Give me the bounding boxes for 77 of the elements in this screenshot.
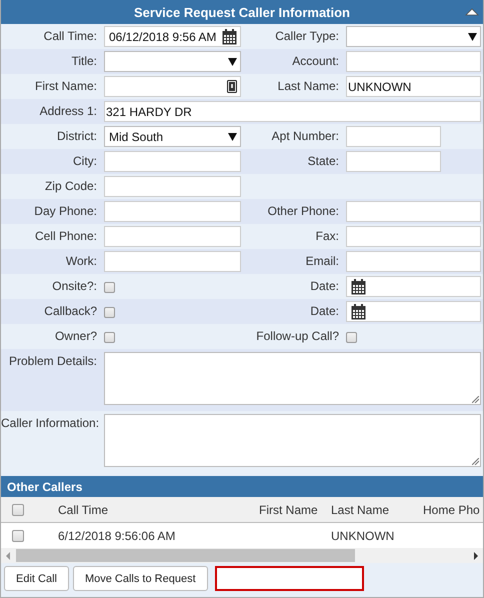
text-field[interactable] [104,251,241,272]
horizontal-scrollbar[interactable] [1,548,483,563]
collapse-icon[interactable] [465,8,479,16]
dropdown[interactable] [346,26,481,47]
action-button[interactable]: Move Calls to Request [72,566,208,591]
text-area[interactable] [104,352,481,405]
text-field[interactable] [346,251,481,272]
text-area[interactable] [104,414,481,467]
field-label: First Name: [34,78,98,93]
text-field[interactable] [346,126,441,147]
checkbox[interactable] [104,306,115,318]
field-label: Follow-up Call? [255,328,340,343]
text-field[interactable]: 321 HARDY DR [104,101,481,122]
field-label: Callback? [43,303,98,318]
date-field[interactable]: 06/12/2018 9:56 AM [104,26,241,47]
text-field[interactable] [104,151,241,172]
field-label: Onsite?: [51,278,98,293]
text-field[interactable] [104,176,241,197]
text-field[interactable] [346,226,481,247]
text-field[interactable] [346,151,441,172]
column-header[interactable]: Last Name [331,502,423,516]
text-field[interactable] [104,76,241,97]
field-label: Owner? [54,328,98,343]
resize-grip-icon[interactable] [472,396,479,403]
field-label: Apt Number: [270,128,340,143]
field-label: Title: [70,53,98,68]
scroll-left-icon[interactable] [5,552,11,560]
field-label: District: [56,128,98,143]
date-field[interactable] [346,301,481,322]
field-label: Email: [304,253,340,268]
field-label: State: [306,153,340,168]
field-label: City: [72,153,98,168]
table-cell-text: 6/12/2018 9:56:06 AM [58,528,176,542]
checkbox[interactable] [346,332,357,342]
text-field[interactable] [346,201,481,222]
field-label: Date: [309,303,340,318]
panel-title: Service Request Caller Information [134,4,350,20]
field-label: Work: [64,253,98,268]
dropdown[interactable]: Mid South [104,126,241,147]
field-label: Fax: [314,228,340,243]
text-field[interactable]: UNKNOWN [346,76,481,97]
checkbox[interactable] [104,332,115,342]
column-header[interactable]: Home Pho [423,502,480,516]
action-button[interactable]: Edit Call [4,566,69,591]
input-field[interactable] [214,566,364,591]
field-label: Account: [291,53,340,68]
calendar-icon[interactable] [351,278,366,294]
field-label: Problem Details: [8,353,98,368]
scroll-right-icon[interactable] [473,552,479,560]
checkbox[interactable] [12,504,24,516]
calendar-icon[interactable] [222,28,237,44]
field-label: Day Phone: [33,203,98,218]
date-field[interactable] [346,276,481,297]
caret-icon [228,58,237,66]
table-cell-text: UNKNOWN [331,528,396,542]
caret-icon [468,32,477,40]
column-header[interactable]: First Name [259,502,331,516]
text-field[interactable] [104,226,241,247]
field-label: Caller Information: [1,415,100,430]
field-label: Zip Code: [44,178,98,193]
checkbox[interactable] [104,282,115,292]
checkbox[interactable] [12,530,24,542]
text-field[interactable] [104,201,241,222]
caret-icon [228,132,237,140]
field-label: Cell Phone: [34,228,98,243]
field-label: Last Name: [276,78,340,93]
resize-grip-icon[interactable] [472,458,479,465]
contact-card-icon[interactable] [227,80,237,93]
column-header[interactable]: Call Time [58,502,259,516]
field-label: Other Phone: [266,203,340,218]
field-label: Date: [309,278,340,293]
calendar-icon[interactable] [351,304,366,320]
field-label: Address 1: [38,103,98,118]
section-title: Other Callers [7,480,82,494]
field-label: Call Time: [42,28,98,43]
text-field[interactable] [346,51,481,72]
field-label: Caller Type: [274,28,340,43]
